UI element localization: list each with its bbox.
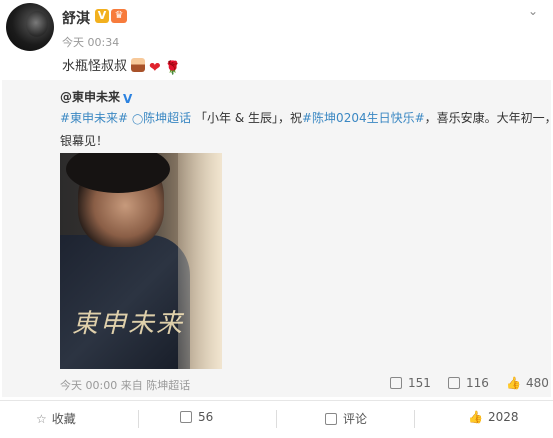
avatar[interactable] [6,3,54,51]
comment-button[interactable]: 评论 [325,410,367,427]
topic-link[interactable]: #東申未来# [60,111,128,125]
repost-count: 56 [198,410,214,424]
comment-label: 评论 [343,412,368,426]
repost-button[interactable]: 56 [180,410,213,424]
comment-icon [325,413,337,425]
like-button[interactable]: 👍 2028 [468,410,519,424]
rose-emoji: 🌹 [164,61,181,76]
like-icon: 👍 [468,410,483,424]
verified-icon: V [95,9,109,23]
repost-icon [390,377,402,389]
like-icon: 👍 [506,376,521,390]
image-script-text: 東申未来 [72,309,185,339]
author-name[interactable]: 舒淇 [62,8,90,28]
original-like-button[interactable]: 👍 480 [506,376,549,390]
original-repost-count: 151 [408,376,431,390]
repost-box: @東申未来 V #東申未来# ◯陈坤超话 「小年 & 生辰」，祝#陈坤0204生日… [2,80,553,397]
like-count: 2028 [487,410,519,424]
original-repost-button[interactable]: 151 [390,376,431,390]
original-text-line1: #東申未来# ◯陈坤超话 「小年 & 生辰」，祝#陈坤0204生日快乐#，喜乐安… [60,109,553,126]
post-text-content: 水瓶怪叔叔 [62,59,128,74]
post-text: 水瓶怪叔叔 ❤ 🌹 [62,55,181,76]
heart-emoji: ❤ [149,60,161,76]
original-footer: 今天 00:00 来自 陈坤超话 [60,377,190,393]
separator [138,410,139,428]
source-link[interactable]: 陈坤超话 [146,379,190,392]
post-image[interactable]: 東申未来 [60,153,222,369]
star-icon: ☆ [36,412,47,426]
supertopic-icon: ◯ [131,114,144,125]
tail-text: ，喜乐安康。大年初一， [424,111,553,125]
favorite-button[interactable]: ☆ 收藏 [36,410,76,427]
comment-icon [448,377,460,389]
chevron-down-icon[interactable]: ⌄ [528,4,538,18]
cake-emoji [131,58,146,72]
weibo-post-card: 舒淇 V ♛ ⌄ 今天 00:34 水瓶怪叔叔 ❤ 🌹 @東申未来 V #東申未来# … [0,0,553,438]
separator [276,410,277,428]
original-author[interactable]: @東申未来 V [60,88,136,106]
topic-link[interactable]: #陈坤0204生日快乐# [302,111,425,125]
separator [414,410,415,428]
original-text-line2: 银幕见！ [60,134,109,148]
post-time[interactable]: 今天 00:34 [62,34,119,50]
original-author-name[interactable]: @東申未来 [60,90,120,104]
original-comment-button[interactable]: 116 [448,376,489,390]
crown-icon: ♛ [111,9,127,23]
original-like-count: 480 [525,376,549,390]
verified-icon: V [123,92,133,106]
supertopic-link[interactable]: 陈坤超话 [143,111,191,125]
divider [0,400,553,401]
quote-text: 「小年 & 生辰」，祝 [195,111,302,125]
repost-icon [180,411,192,423]
original-time[interactable]: 今天 00:00 [60,379,117,392]
favorite-label: 收藏 [51,412,76,426]
source-prefix: 来自 [120,379,143,392]
original-comment-count: 116 [466,376,489,390]
